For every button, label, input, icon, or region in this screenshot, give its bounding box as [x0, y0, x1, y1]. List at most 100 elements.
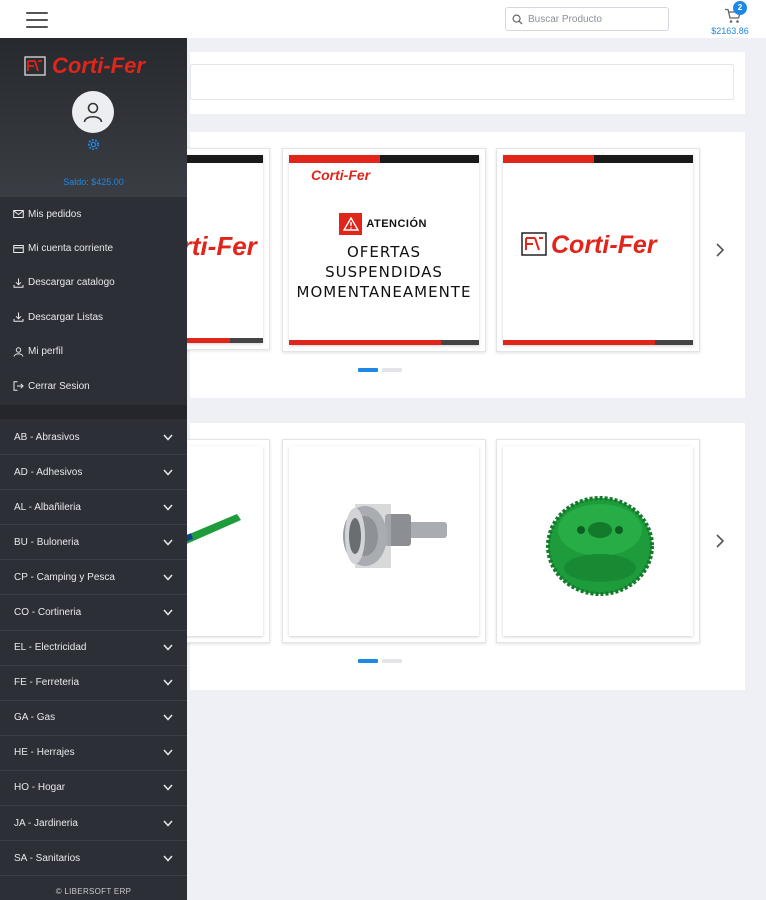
chevron-down-icon [163, 855, 173, 862]
attention-text: ATENCIÓN [366, 218, 427, 230]
banner-slide-attention[interactable]: Corti-Fer ATENCIÓN OFERTAS SUSPENDIDAS M… [282, 148, 486, 352]
chevron-right-icon[interactable] [712, 533, 728, 549]
category-label: BU - Buloneria [14, 536, 80, 548]
chevron-down-icon [163, 434, 173, 441]
chevron-down-icon [163, 504, 173, 511]
sidebar-divider [0, 405, 187, 419]
category-item[interactable]: BU - Buloneria [0, 525, 187, 561]
category-item[interactable]: AL - Albañileria [0, 490, 187, 526]
category-list: AB - Abrasivos AD - Adhesivos AL - Albañ… [0, 420, 187, 877]
chevron-right-icon[interactable] [712, 242, 728, 258]
sidebar-drawer: Corti-Fer Saldo: $425.00 Mis pedidos Mi … [0, 38, 187, 900]
account-balance: Saldo: $425.00 [63, 177, 124, 187]
category-label: AB - Abrasivos [14, 431, 80, 443]
chevron-down-icon [163, 714, 173, 721]
product-image-core-bit [343, 504, 447, 568]
avatar[interactable] [72, 91, 114, 133]
category-item[interactable]: HE - Herrajes [0, 736, 187, 771]
product-frame [503, 446, 693, 636]
carousel-dots [358, 659, 402, 663]
chevron-down-icon [163, 784, 173, 792]
category-label: JA - Jardineria [14, 817, 78, 829]
user-icon [83, 102, 103, 123]
gear-icon[interactable] [87, 138, 100, 151]
brand-logo-icon [24, 56, 46, 76]
banner-stripe [289, 340, 479, 345]
cart-button[interactable]: 2 $2163.86 [711, 1, 758, 36]
menu-item-cuenta-corriente[interactable]: Mi cuenta corriente [0, 231, 187, 265]
brand-logo: Corti-Fer [24, 53, 164, 83]
banner-stripe [289, 155, 479, 163]
chevron-down-icon [163, 644, 173, 651]
menu-item-mi-perfil[interactable]: Mi perfil [0, 335, 187, 369]
cart-count-badge: 2 [733, 1, 747, 15]
category-item[interactable]: FE - Ferreteria [0, 666, 187, 701]
cart-total: $2163.86 [711, 26, 749, 36]
category-label: AD - Adhesivos [14, 466, 83, 478]
chevron-down-icon [163, 749, 173, 757]
search-box[interactable] [505, 7, 669, 31]
offer-line-3: MOMENTANEAMENTE [296, 283, 472, 301]
chevron-down-icon [163, 609, 173, 616]
product-image-hole-saw [546, 496, 654, 596]
menu-item-mis-pedidos[interactable]: Mis pedidos [0, 197, 187, 231]
attention-label: ATENCIÓN [339, 213, 427, 235]
product-card[interactable] [496, 439, 700, 643]
menu-item-cerrar-sesion[interactable]: Cerrar Sesion [0, 369, 187, 403]
category-label: CP - Camping y Pesca [14, 571, 115, 583]
offer-line-1: OFERTAS [346, 243, 422, 261]
menu-item-label: Cerrar Sesion [28, 380, 90, 392]
search-input[interactable] [528, 13, 658, 25]
card-icon [13, 244, 24, 253]
category-item[interactable]: SA - Sanitarios [0, 841, 187, 877]
category-item[interactable]: CO - Cortineria [0, 595, 187, 631]
product-card[interactable] [282, 439, 486, 643]
menu-item-label: Descargar Listas [28, 311, 104, 323]
banner-slide-brand[interactable]: Corti-Fer [496, 148, 700, 352]
chevron-down-icon [163, 469, 173, 476]
menu-item-label: Mi perfil [28, 346, 64, 358]
warning-icon [339, 213, 363, 235]
brand-logo-icon [521, 232, 547, 256]
category-item[interactable]: CP - Camping y Pesca [0, 560, 187, 596]
carousel-dot-active[interactable] [358, 368, 378, 372]
mail-icon [13, 210, 24, 219]
category-item[interactable]: AB - Abrasivos [0, 420, 187, 456]
category-label: HO - Hogar [14, 782, 66, 794]
search-icon [512, 14, 523, 25]
menu-item-label: Descargar catalogo [28, 277, 115, 289]
download-icon [13, 312, 24, 323]
category-item[interactable]: AD - Adhesivos [0, 455, 187, 491]
category-item[interactable]: EL - Electricidad [0, 631, 187, 666]
category-label: GA - Gas [14, 712, 56, 724]
carousel-dot[interactable] [382, 368, 402, 372]
menu-item-label: Mi cuenta corriente [28, 243, 114, 255]
category-item[interactable]: GA - Gas [0, 701, 187, 736]
top-bar: 2 $2163.86 [0, 0, 766, 38]
category-item[interactable]: JA - Jardineria [0, 806, 187, 842]
hamburger-menu-icon[interactable] [26, 12, 48, 28]
chevron-down-icon [163, 820, 173, 827]
brand-name: Corti-Fer [52, 53, 145, 78]
chevron-down-icon [163, 539, 173, 546]
logout-icon [13, 381, 24, 391]
banner-stripe [503, 155, 693, 163]
carousel-dots [358, 368, 402, 372]
category-label: HE - Herrajes [14, 747, 75, 759]
banner-stripe [503, 340, 693, 345]
content-search-band [190, 52, 745, 114]
content-search-field[interactable] [190, 64, 734, 100]
user-icon [13, 347, 24, 357]
banner-brand-text: Corti-Fer [311, 167, 371, 183]
menu-item-descargar-listas[interactable]: Descargar Listas [0, 300, 187, 334]
menu-item-label: Mis pedidos [28, 208, 82, 220]
category-label: AL - Albañileria [14, 501, 81, 513]
menu-item-descargar-catalogo[interactable]: Descargar catalogo [0, 266, 187, 300]
offer-line-2: SUSPENDIDAS [325, 263, 443, 281]
category-item[interactable]: HO - Hogar [0, 771, 187, 807]
sidebar-header: Corti-Fer Saldo: $425.00 [0, 38, 187, 197]
banner-frame: Corti-Fer ATENCIÓN OFERTAS SUSPENDIDAS M… [289, 155, 479, 345]
carousel-dot-active[interactable] [358, 659, 378, 663]
carousel-dot[interactable] [382, 659, 402, 663]
product-frame [289, 446, 479, 636]
